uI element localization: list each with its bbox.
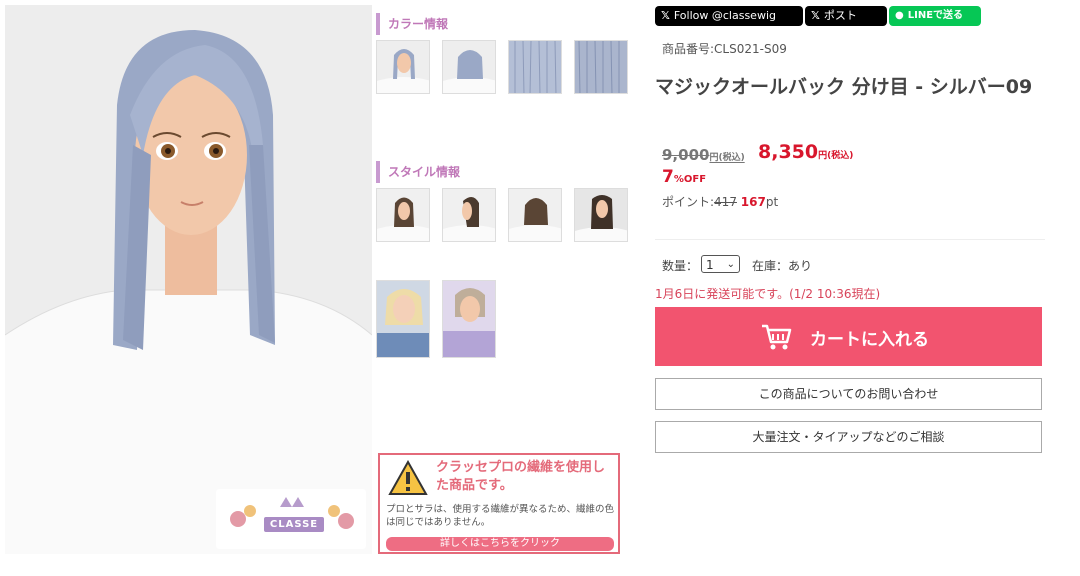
bulk-order-button[interactable]: 大量注文・タイアップなどのご相談	[655, 421, 1042, 453]
points-info: ポイント:417 167pt	[662, 193, 778, 210]
product-code: 商品番号:CLS021-S09	[662, 42, 787, 56]
points-unit: pt	[765, 195, 779, 209]
x-follow-label: Follow @classewig	[673, 9, 776, 22]
points-label: ポイント:	[662, 195, 715, 209]
line-logo-icon: ●	[895, 10, 904, 21]
discount-suffix: %OFF	[673, 174, 707, 185]
original-price-value: 9,000	[662, 146, 710, 164]
chevron-down-icon: ⌄	[726, 259, 735, 270]
line-share-button[interactable]: ● LINEで送る	[889, 6, 981, 26]
quantity-label: 数量：	[662, 259, 699, 273]
style-thumbnail-2[interactable]	[442, 188, 496, 242]
x-follow-button[interactable]: 𝕏 Follow @classewig	[655, 6, 803, 26]
add-to-cart-button[interactable]: カートに入れる	[655, 307, 1042, 366]
style-info-heading: スタイル情報	[376, 161, 460, 183]
divider	[655, 239, 1045, 240]
notice-details-link[interactable]: 詳しくはこちらをクリック	[386, 537, 614, 551]
shipping-info: 1月6日に発送可能です。(1/2 10:36現在)	[655, 287, 881, 301]
line-share-label: LINEで送る	[907, 10, 964, 21]
style-thumbnail-4[interactable]	[574, 188, 628, 242]
original-price-suffix: 円(税込)	[709, 153, 745, 163]
notice-body: プロとサラは、使用する繊維が異なるため、繊維の色は同じではありません。	[386, 504, 615, 528]
color-thumbnail-fiber-2[interactable]	[574, 40, 628, 94]
sale-price-value: 8,350	[758, 141, 819, 163]
original-price: 9,000円(税込)	[662, 146, 745, 164]
x-logo-icon: 𝕏	[811, 9, 820, 22]
points-original: 417	[714, 195, 737, 209]
product-inquiry-button[interactable]: この商品についてのお問い合わせ	[655, 378, 1042, 410]
main-product-image[interactable]: CLASSE	[5, 5, 372, 554]
brand-logo: CLASSE	[216, 489, 366, 549]
color-thumbnail-fiber-1[interactable]	[508, 40, 562, 94]
sale-price: 8,350円(税込)	[758, 141, 853, 163]
notice-title: クラッセプロの繊維を使用した商品です。	[436, 460, 606, 493]
product-title: マジックオールバック 分け目 - シルバー09	[655, 76, 1033, 98]
points-value: 167	[740, 195, 766, 209]
style-thumbnail-1[interactable]	[376, 188, 430, 242]
style-thumbnail-6[interactable]	[442, 280, 496, 358]
x-post-button[interactable]: 𝕏 ポスト	[805, 6, 887, 26]
brand-logo-text: CLASSE	[264, 517, 324, 532]
color-thumbnail-front[interactable]	[376, 40, 430, 94]
cart-icon	[762, 324, 792, 350]
discount-badge: 7%OFF	[662, 167, 706, 187]
fiber-notice-banner[interactable]: クラッセプロの繊維を使用した商品です。 プロとサラは、使用する繊維が異なるため、…	[378, 453, 620, 554]
add-to-cart-label: カートに入れる	[810, 330, 929, 350]
style-thumbnail-3[interactable]	[508, 188, 562, 242]
x-post-label: ポスト	[823, 9, 857, 22]
warning-icon	[388, 460, 428, 495]
style-thumbnail-5[interactable]	[376, 280, 430, 358]
discount-value: 7	[662, 167, 674, 187]
sale-price-suffix: 円(税込)	[818, 151, 854, 161]
quantity-value: 1	[706, 258, 714, 272]
x-logo-icon: 𝕏	[661, 9, 670, 22]
quantity-select[interactable]: 1 ⌄	[701, 255, 740, 273]
stock-status: 在庫：あり	[752, 259, 813, 273]
color-thumbnail-back[interactable]	[442, 40, 496, 94]
color-info-heading: カラー情報	[376, 13, 448, 35]
